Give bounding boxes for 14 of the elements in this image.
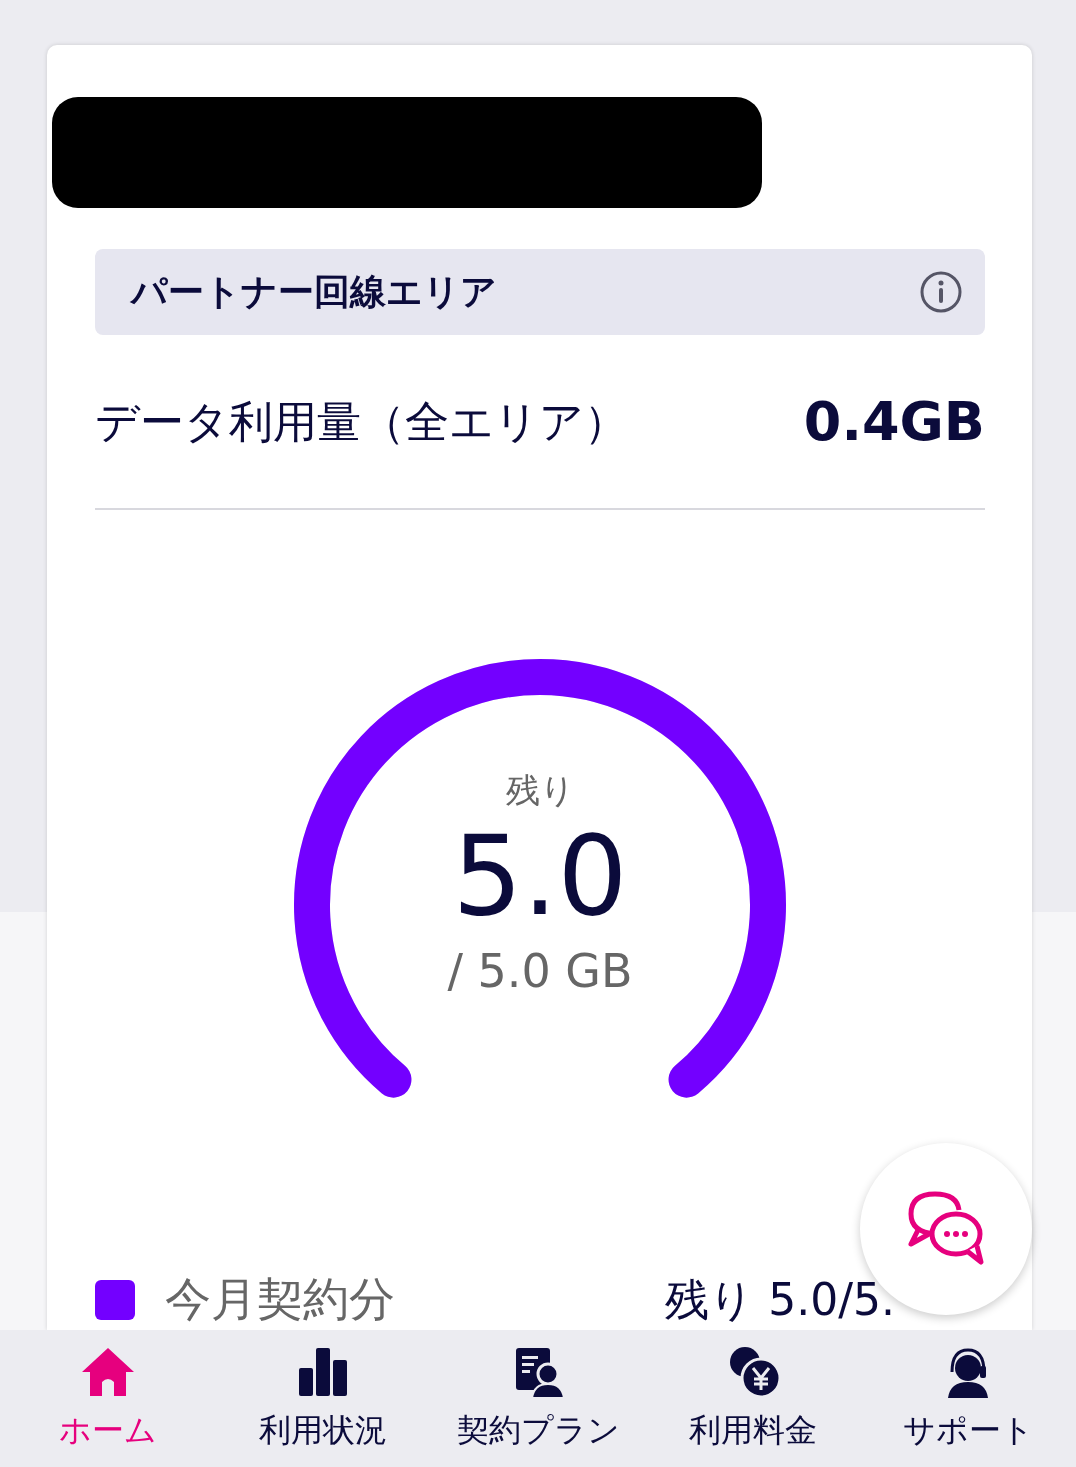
gauge-caption: 残り (505, 770, 575, 810)
nav-tab[interactable]: ホーム (0, 1330, 216, 1467)
legend-label: 今月契約分 (165, 1271, 395, 1328)
remaining-value: 5.0 (452, 812, 628, 940)
area-title: パートナー回線エリア (131, 270, 497, 314)
info-icon[interactable] (919, 270, 963, 314)
nav-tab[interactable]: 契約プラン (430, 1330, 646, 1467)
legend-reading: 残り 5.0/5. (665, 1272, 895, 1327)
usage-value: 0.4GB (803, 389, 985, 455)
total-value: / 5.0 GB (447, 944, 633, 998)
nav-tab[interactable]: サポート (860, 1330, 1076, 1467)
nav-tab[interactable]: 利用料金 (645, 1330, 861, 1467)
usage-label: データ利用量（全エリア） (95, 394, 628, 449)
nav-tab[interactable]: 利用状況 (215, 1330, 431, 1467)
